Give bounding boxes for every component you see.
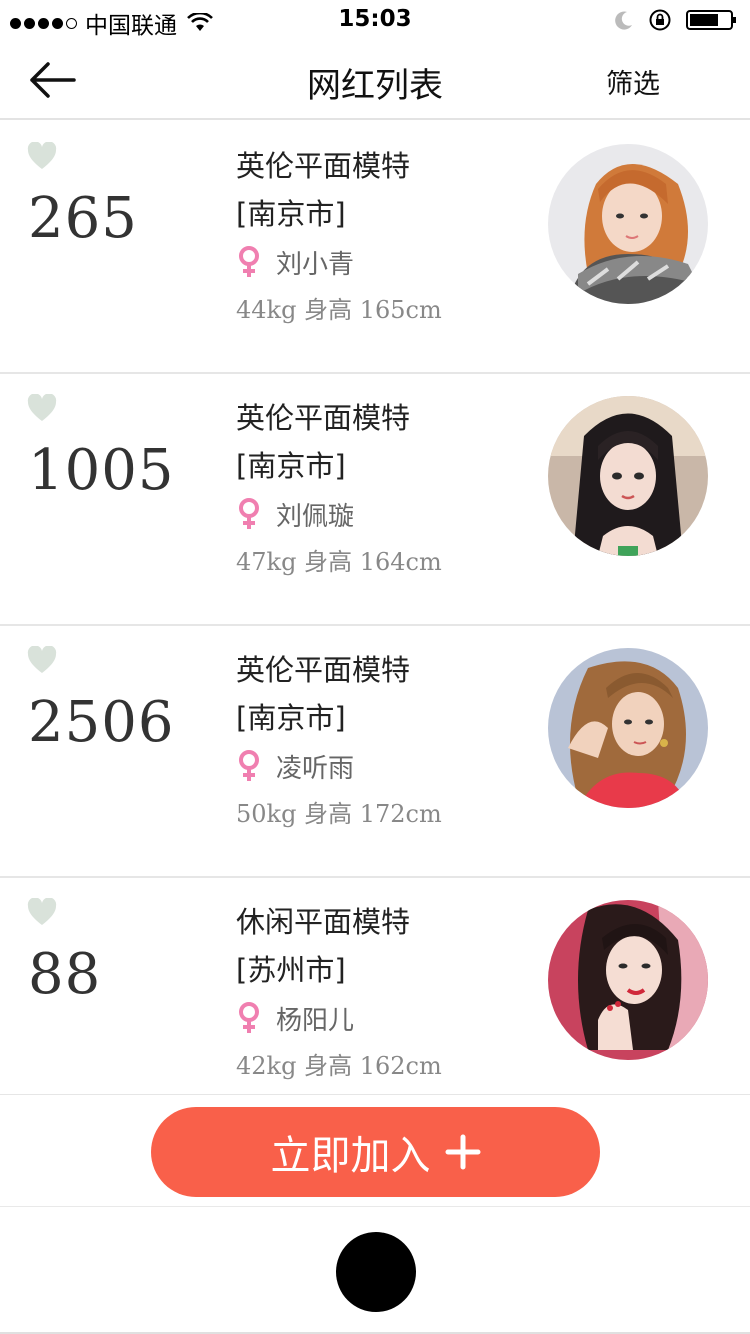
battery-icon [686, 10, 736, 30]
model-city: [苏州市] [236, 953, 346, 987]
item-info: 英伦平面模特 [南京市] 凌听雨 50kg 身高 172cm [236, 650, 442, 829]
home-bar [0, 1206, 750, 1334]
avatar[interactable] [548, 396, 708, 556]
model-category: 英伦平面模特 [236, 653, 411, 687]
filter-button[interactable]: 筛选 [606, 62, 660, 101]
height-label: 身高 [304, 1052, 353, 1080]
plus-icon [445, 1134, 480, 1170]
female-icon [239, 1002, 259, 1033]
home-button[interactable] [336, 1232, 416, 1312]
model-name: 杨阳儿 [276, 1005, 355, 1036]
item-info: 英伦平面模特 [南京市] 刘小青 44kg 身高 165cm [236, 146, 442, 325]
nav-bar: 网红列表 筛选 [0, 40, 750, 120]
female-icon [239, 498, 259, 529]
model-height: 172cm [359, 800, 442, 828]
model-height: 162cm [359, 1052, 442, 1080]
model-stats: 50kg 身高 172cm [236, 794, 442, 829]
join-area: 立即加入 [0, 1094, 750, 1204]
name-row: 刘小青 [236, 242, 442, 282]
influencer-list: 265 英伦平面模特 [南京市] 刘小青 44kg 身高 165cm 1005 … [0, 122, 750, 1114]
model-stats: 44kg 身高 165cm [236, 290, 442, 325]
name-row: 杨阳儿 [236, 998, 442, 1038]
model-weight: 44kg [236, 296, 297, 324]
model-height: 164cm [359, 548, 442, 576]
heart-icon[interactable] [27, 142, 57, 170]
height-label: 身高 [304, 296, 353, 324]
height-label: 身高 [304, 548, 353, 576]
model-stats: 42kg 身高 162cm [236, 1046, 442, 1081]
list-item[interactable]: 265 英伦平面模特 [南京市] 刘小青 44kg 身高 165cm [0, 122, 750, 374]
heart-icon[interactable] [27, 646, 57, 674]
list-item[interactable]: 1005 英伦平面模特 [南京市] 刘佩璇 47kg 身高 164cm [0, 374, 750, 626]
moon-icon [615, 11, 632, 30]
model-height: 165cm [359, 296, 442, 324]
item-info: 休闲平面模特 [苏州市] 杨阳儿 42kg 身高 162cm [236, 902, 442, 1081]
model-name: 刘佩璇 [276, 501, 355, 532]
status-bar: 中国联通 15:03 [0, 0, 750, 40]
model-name: 刘小青 [276, 249, 355, 280]
model-stats: 47kg 身高 164cm [236, 542, 442, 577]
name-row: 凌听雨 [236, 746, 442, 786]
join-now-label: 立即加入 [270, 1133, 431, 1179]
model-weight: 42kg [236, 1052, 297, 1080]
item-info: 英伦平面模特 [南京市] 刘佩璇 47kg 身高 164cm [236, 398, 442, 577]
model-weight: 47kg [236, 548, 297, 576]
like-count: 2506 [28, 690, 175, 755]
model-category: 英伦平面模特 [236, 401, 411, 435]
list-item[interactable]: 2506 英伦平面模特 [南京市] 凌听雨 50kg 身高 172cm [0, 626, 750, 878]
model-city: [南京市] [236, 701, 346, 735]
female-icon [239, 246, 259, 277]
avatar[interactable] [548, 144, 708, 304]
model-category: 英伦平面模特 [236, 149, 411, 183]
female-icon [239, 750, 259, 781]
model-category: 休闲平面模特 [236, 905, 411, 939]
like-count: 265 [28, 186, 138, 251]
name-row: 刘佩璇 [236, 494, 442, 534]
avatar[interactable] [548, 900, 708, 1060]
heart-icon[interactable] [27, 898, 57, 926]
model-city: [南京市] [236, 449, 346, 483]
like-count: 88 [28, 942, 102, 1007]
model-city: [南京市] [236, 197, 346, 231]
like-count: 1005 [28, 438, 175, 503]
rotation-lock-icon [649, 9, 671, 31]
height-label: 身高 [304, 800, 353, 828]
list-item[interactable]: 88 休闲平面模特 [苏州市] 杨阳儿 42kg 身高 162cm [0, 878, 750, 1114]
avatar[interactable] [548, 648, 708, 808]
heart-icon[interactable] [27, 394, 57, 422]
model-name: 凌听雨 [276, 753, 355, 784]
model-weight: 50kg [236, 800, 297, 828]
status-right-icons [614, 8, 738, 32]
join-now-button[interactable]: 立即加入 [151, 1107, 600, 1197]
